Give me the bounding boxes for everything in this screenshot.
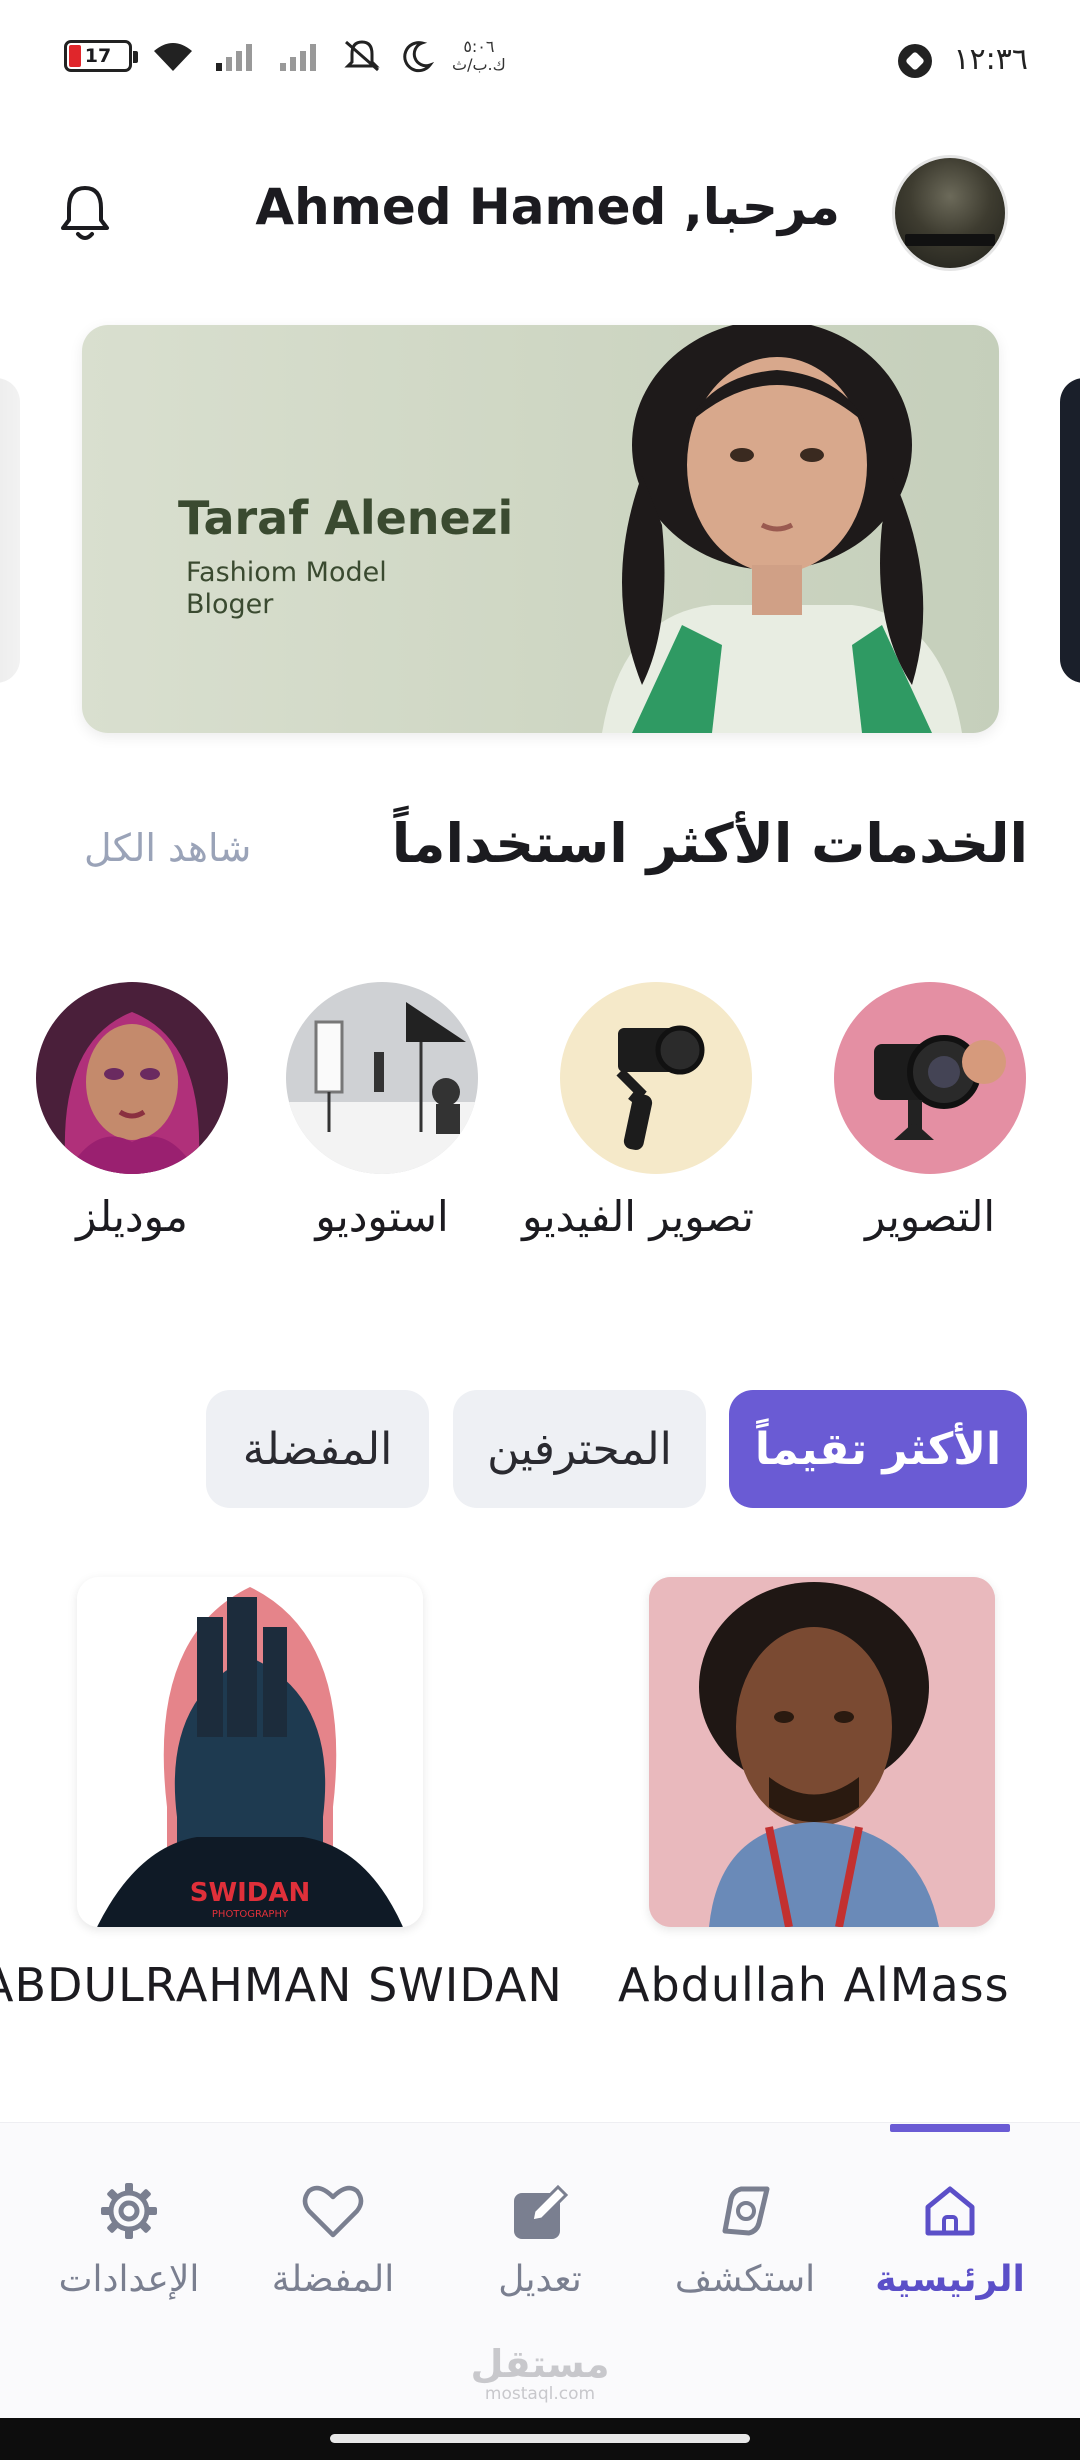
status-icons: 17 ٥:٠٦ ك.ب/ث <box>64 38 506 74</box>
professional-name[interactable]: Abdullah AlMass <box>618 1958 1010 2012</box>
camera-icon <box>834 982 1026 1174</box>
watermark: مستقل mostaql.com <box>470 2342 610 2404</box>
signal-secondary-icon <box>278 41 324 71</box>
small-clock-bottom: ك.ب/ث <box>452 55 506 74</box>
filter-chip-professionals[interactable]: المحترفين <box>453 1390 706 1508</box>
professional-name[interactable]: ABDULRAHMAN SWIDAN <box>0 1958 563 2012</box>
swidan-logo-text: SWIDAN <box>190 1878 311 1908</box>
banner-subtitle: Fashiom Model Bloger <box>186 557 486 621</box>
watermark-text: مستقل <box>470 2342 610 2386</box>
small-clock-top: ٥:٠٦ <box>463 37 495 56</box>
nav-home[interactable]: الرئيسية <box>855 2175 1045 2300</box>
professional-photo <box>649 1577 995 1927</box>
carousel-next-slide[interactable] <box>1060 378 1080 683</box>
nav-label: المفضلة <box>271 2259 395 2300</box>
battery-level: 17 <box>84 45 112 67</box>
banner-subtitle-line1: Fashiom Model <box>186 557 387 588</box>
banner-subtitle-line2: Bloger <box>186 589 274 620</box>
carousel-prev-slide[interactable] <box>0 378 20 683</box>
heart-icon <box>297 2175 369 2247</box>
greeting-text: مرحبا, Ahmed Hamed <box>255 178 840 236</box>
category-video[interactable]: تصوير الفيديو <box>522 982 754 1241</box>
watermark-subtext: mostaql.com <box>484 2384 596 2404</box>
filter-chip-top-rated[interactable]: الأكثر تقيماً <box>729 1390 1027 1508</box>
home-gesture-handle[interactable] <box>330 2434 750 2443</box>
category-studio[interactable]: استوديو <box>284 982 480 1241</box>
banner-model-image <box>602 325 962 733</box>
professional-card[interactable]: SWIDAN PHOTOGRAPHY <box>77 1577 423 1927</box>
nav-favorites[interactable]: المفضلة <box>238 2175 428 2300</box>
category-label: التصوير <box>864 1192 996 1241</box>
gear-icon <box>93 2175 165 2247</box>
nav-settings[interactable]: الإعدادات <box>34 2175 224 2300</box>
football-icon <box>898 44 932 78</box>
category-label: موديلز <box>76 1192 188 1241</box>
nav-edit[interactable]: تعديل <box>445 2175 635 2300</box>
edit-icon <box>504 2175 576 2247</box>
filter-chip-favorites[interactable]: المفضلة <box>206 1390 429 1508</box>
see-all-link[interactable]: شاهد الكل <box>84 826 251 870</box>
notification-bell-icon[interactable] <box>52 180 118 246</box>
home-icon <box>914 2175 986 2247</box>
explore-icon <box>709 2175 781 2247</box>
battery-indicator: 17 <box>64 40 138 72</box>
nav-label: تعديل <box>498 2259 582 2300</box>
nav-label: الرئيسية <box>875 2259 1025 2300</box>
professional-card[interactable] <box>649 1577 995 1927</box>
studio-icon <box>286 982 478 1174</box>
nav-explore[interactable]: استكشف <box>650 2175 840 2300</box>
moon-icon <box>400 39 434 73</box>
banner-name: Taraf Alenezi <box>178 491 514 545</box>
nav-active-indicator <box>890 2124 1010 2132</box>
featured-banner[interactable]: Taraf Alenezi Fashiom Model Bloger <box>82 325 999 733</box>
category-label: استوديو <box>315 1192 449 1241</box>
model-icon <box>36 982 228 1174</box>
category-label: تصوير الفيديو <box>522 1192 754 1241</box>
professional-photo: SWIDAN PHOTOGRAPHY <box>77 1577 423 1927</box>
status-time: ١٢:٣٦ <box>953 42 1028 77</box>
video-gimbal-icon <box>560 982 752 1174</box>
status-bar: 17 ٥:٠٦ ك.ب/ث ١٢:٣٦ <box>0 0 1080 130</box>
category-models[interactable]: موديلز <box>34 982 230 1241</box>
small-clock: ٥:٠٦ ك.ب/ث <box>452 38 506 74</box>
swidan-logo-subtext: PHOTOGRAPHY <box>212 1909 289 1920</box>
services-section-title: الخدمات الأكثر استخداماً <box>391 812 1028 875</box>
category-photography[interactable]: التصوير <box>832 982 1028 1241</box>
nav-label: استكشف <box>674 2259 816 2300</box>
mute-vibrate-icon <box>342 38 382 74</box>
signal-icon <box>214 41 260 71</box>
profile-avatar[interactable] <box>892 155 1008 271</box>
wifi-icon <box>150 39 196 73</box>
nav-label: الإعدادات <box>58 2259 200 2300</box>
